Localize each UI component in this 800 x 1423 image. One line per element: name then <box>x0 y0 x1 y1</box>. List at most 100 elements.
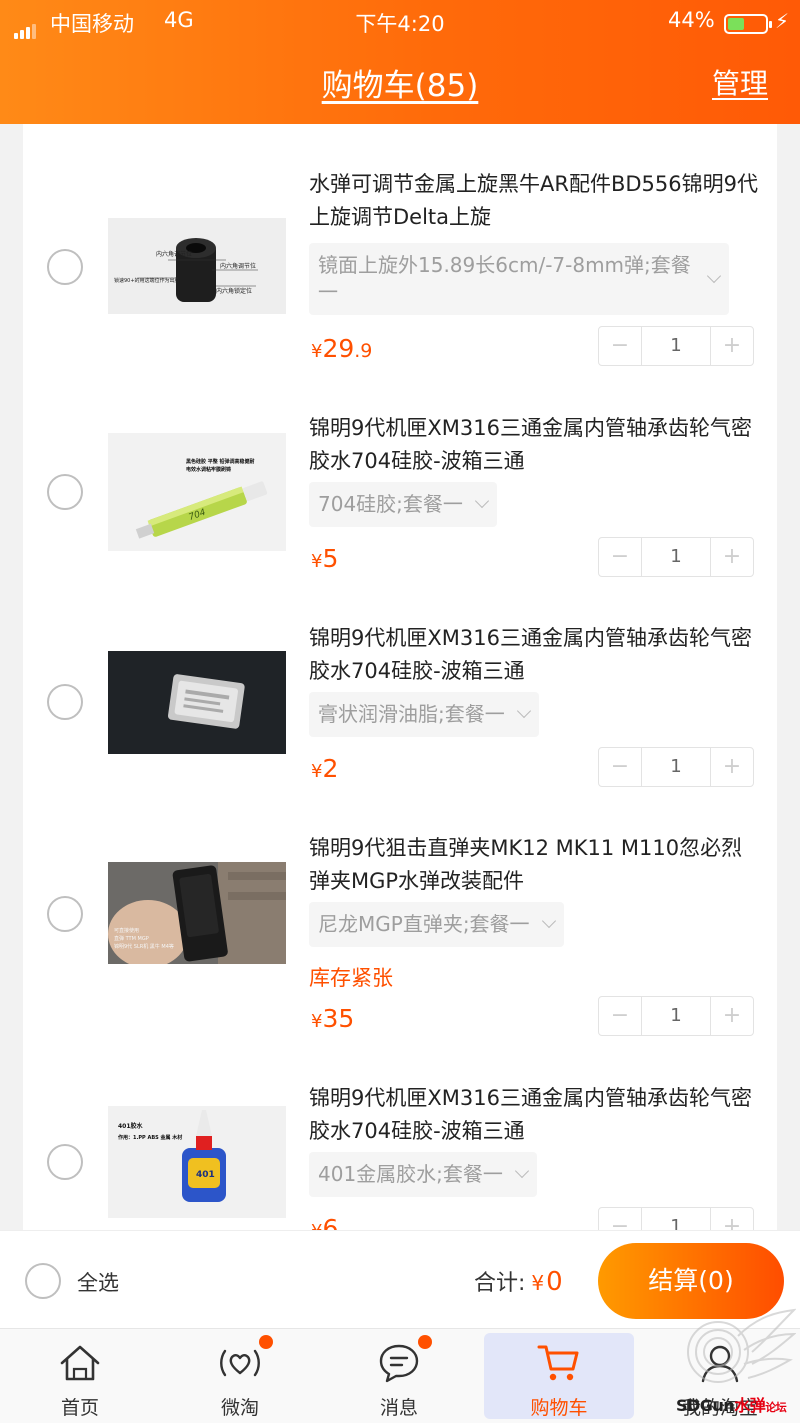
tab-label: 购物车 <box>530 1397 588 1419</box>
cart-item: 704 黑色硅胶 平整 铅弹调高稳健耐 电效水调粘牢膜刷铸 锦明9代机匣XM31… <box>23 412 777 622</box>
item-select-checkbox[interactable] <box>47 249 83 285</box>
thumb-label: 锁速90+的用这端位作为出膛 <box>114 277 180 284</box>
chevron-down-icon <box>516 703 531 719</box>
decrease-button[interactable]: − <box>599 1208 641 1230</box>
watermark-logo-icon <box>687 1308 796 1383</box>
decrease-button[interactable]: − <box>599 997 641 1035</box>
header-bar: 中国移动 4G 下午4:20 44% ⚡ 购物车(85) 管理 <box>0 0 800 124</box>
notification-dot <box>259 1335 273 1349</box>
sku-text: 尼龙MGP直弹夹;套餐一 <box>318 912 530 936</box>
total-label: 合计: <box>474 1271 526 1296</box>
watermark-text: SDGun水弹论坛 <box>676 1396 787 1415</box>
price: ¥6 <box>311 1214 339 1230</box>
cart-item: 内六角调节位 内六角调节位 锁速90+的用这端位作为出膛 内六角锁定位 水弹可调… <box>23 162 777 412</box>
increase-button[interactable]: + <box>711 997 753 1035</box>
quantity-value[interactable]: 1 <box>641 997 711 1035</box>
sku-selector[interactable]: 膏状润滑油脂;套餐一 <box>309 692 539 737</box>
sku-text: 镜面上旋外15.89长6cm/-7-8mm弹;套餐一 <box>318 253 691 304</box>
cart-item: 401 401胶水 作用：1.PP ABS 金属 木材 锦明9代机匣XM316三… <box>23 1082 777 1230</box>
select-all-label[interactable]: 全选 <box>77 1267 119 1297</box>
decrease-button[interactable]: − <box>599 538 641 576</box>
price: ¥35 <box>311 1004 355 1033</box>
tab-cart[interactable]: 购物车 <box>484 1333 634 1419</box>
total-amount: 合计: ¥0 <box>474 1265 563 1297</box>
sku-selector[interactable]: 尼龙MGP直弹夹;套餐一 <box>309 902 564 947</box>
product-image[interactable]: 可直接使用 直弹 TTM MGP 锦明9代 SLR机 黑牛 M4等 <box>108 862 286 964</box>
item-select-checkbox[interactable] <box>47 1144 83 1180</box>
cart-icon <box>537 1345 579 1381</box>
chevron-down-icon <box>474 493 489 509</box>
charging-icon: ⚡ <box>775 9 790 33</box>
decrease-button[interactable]: − <box>599 327 641 365</box>
sku-text: 膏状润滑油脂;套餐一 <box>318 702 505 726</box>
notification-dot <box>418 1335 432 1349</box>
cart-item: 可直接使用 直弹 TTM MGP 锦明9代 SLR机 黑牛 M4等 锦明9代狙击… <box>23 832 777 1082</box>
thumb-label: 内六角调节位 <box>220 262 256 270</box>
item-select-checkbox[interactable] <box>47 474 83 510</box>
sku-text: 704硅胶;套餐一 <box>318 492 463 516</box>
sku-text: 401金属胶水;套餐一 <box>318 1162 503 1186</box>
thumb-label: 黑色硅胶 平整 铅弹调高稳健耐 <box>186 458 254 465</box>
status-bar: 中国移动 4G 下午4:20 44% ⚡ <box>0 6 800 39</box>
price: ¥2 <box>311 754 339 783</box>
cart-list[interactable]: 内六角调节位 内六角调节位 锁速90+的用这端位作为出膛 内六角锁定位 水弹可调… <box>23 124 777 1230</box>
sku-selector[interactable]: 镜面上旋外15.89长6cm/-7-8mm弹;套餐一 <box>309 243 729 315</box>
heart-signal-icon <box>220 1349 260 1377</box>
quantity-stepper[interactable]: − 1 + <box>598 747 754 787</box>
quantity-value[interactable]: 1 <box>641 1208 711 1230</box>
item-select-checkbox[interactable] <box>47 684 83 720</box>
price: ¥5 <box>311 544 339 573</box>
tab-messages[interactable]: 消息 <box>324 1329 474 1423</box>
product-title[interactable]: 锦明9代机匣XM316三通金属内管轴承齿轮气密胶水704硅胶-波箱三通 <box>309 412 759 478</box>
thumb-label: 电效水调粘牢膜刷铸 <box>186 466 231 473</box>
quantity-stepper[interactable]: − 1 + <box>598 996 754 1036</box>
thumb-label: 作用：1.PP ABS 金属 木材 <box>118 1134 182 1141</box>
tab-label: 首页 <box>60 1397 99 1419</box>
product-image[interactable]: 401 401胶水 作用：1.PP ABS 金属 木材 <box>108 1106 286 1218</box>
product-title[interactable]: 锦明9代狙击直弹夹MK12 MK11 M110忽必烈弹夹MGP水弹改装配件 <box>309 832 759 898</box>
total-currency: ¥ <box>531 1271 545 1295</box>
product-title[interactable]: 锦明9代机匣XM316三通金属内管轴承齿轮气密胶水704硅胶-波箱三通 <box>309 1082 759 1148</box>
tab-home[interactable]: 首页 <box>5 1329 155 1423</box>
manage-button[interactable]: 管理 <box>712 62 768 102</box>
svg-text:401: 401 <box>196 1170 215 1180</box>
chevron-down-icon <box>514 1163 529 1179</box>
quantity-stepper[interactable]: − 1 + <box>598 1207 754 1230</box>
chat-bubble-icon <box>379 1344 419 1383</box>
product-image[interactable]: 内六角调节位 内六角调节位 锁速90+的用这端位作为出膛 内六角锁定位 <box>108 218 286 314</box>
battery-icon <box>724 14 772 34</box>
increase-button[interactable]: + <box>711 1208 753 1230</box>
cart-item: 锦明9代机匣XM316三通金属内管轴承齿轮气密胶水704硅胶-波箱三通 膏状润滑… <box>23 622 777 832</box>
increase-button[interactable]: + <box>711 748 753 786</box>
increase-button[interactable]: + <box>711 538 753 576</box>
product-title[interactable]: 锦明9代机匣XM316三通金属内管轴承齿轮气密胶水704硅胶-波箱三通 <box>309 622 759 688</box>
tab-weitao[interactable]: 微淘 <box>165 1329 315 1423</box>
thumb-label: 内六角锁定位 <box>216 287 252 295</box>
tab-label: 微淘 <box>220 1397 259 1419</box>
page-title: 购物车(85) <box>321 68 479 104</box>
total-value: 0 <box>546 1267 563 1297</box>
thumb-label: 锦明9代 SLR机 黑牛 M4等 <box>114 943 174 950</box>
quantity-stepper[interactable]: − 1 + <box>598 537 754 577</box>
product-image[interactable]: 704 黑色硅胶 平整 铅弹调高稳健耐 电效水调粘牢膜刷铸 <box>108 433 286 551</box>
select-all-checkbox[interactable] <box>25 1263 61 1299</box>
tab-label: 消息 <box>379 1397 418 1419</box>
thumb-label: 直弹 TTM MGP <box>114 935 149 942</box>
quantity-value[interactable]: 1 <box>641 748 711 786</box>
product-title[interactable]: 水弹可调节金属上旋黑牛AR配件BD556锦明9代上旋调节Delta上旋 <box>309 168 759 234</box>
product-image[interactable] <box>108 651 286 754</box>
thumb-label: 内六角调节位 <box>156 250 192 258</box>
stock-warning: 库存紧张 <box>309 966 393 990</box>
sku-selector[interactable]: 704硅胶;套餐一 <box>309 482 497 527</box>
home-icon <box>60 1345 100 1381</box>
increase-button[interactable]: + <box>711 327 753 365</box>
decrease-button[interactable]: − <box>599 748 641 786</box>
sku-selector[interactable]: 401金属胶水;套餐一 <box>309 1152 537 1197</box>
quantity-value[interactable]: 1 <box>641 538 711 576</box>
thumb-label: 可直接使用 <box>114 927 139 934</box>
item-select-checkbox[interactable] <box>47 896 83 932</box>
quantity-stepper[interactable]: − 1 + <box>598 326 754 366</box>
quantity-value[interactable]: 1 <box>641 327 711 365</box>
battery-percent: 44% <box>668 8 715 32</box>
chevron-down-icon <box>541 913 556 929</box>
